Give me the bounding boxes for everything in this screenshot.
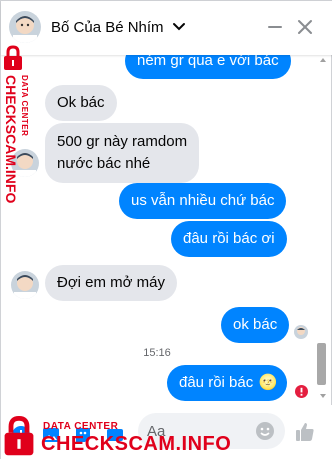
message-bubble-incoming[interactable]: Ok bác [45, 85, 117, 121]
message-bubble-outgoing[interactable]: đâu rồi bác 🌝 [167, 365, 288, 401]
watermark-side-small-wrap: DATA CENTER [19, 75, 29, 175]
chat-header: Bố Của Bé Nhím [1, 1, 332, 55]
message-bubble-outgoing[interactable]: ok bác [221, 307, 290, 343]
contact-name[interactable]: Bố Của Bé Nhím [51, 19, 164, 36]
scroll-up-arrow-icon[interactable] [318, 55, 328, 65]
baby-avatar-icon [294, 325, 308, 339]
watermark-side: DATA CENTER CHECKSCAM.INFO [1, 45, 41, 215]
lock-icon [4, 45, 22, 70]
chat-window: Bố Của Bé Nhím ném gr qua e với bác Ok b… [0, 0, 332, 459]
message-bubble-outgoing[interactable]: ném gr qua e với bác [125, 55, 291, 79]
contact-avatar[interactable] [9, 11, 41, 43]
message-text: đâu rồi bác [179, 374, 254, 391]
message-list[interactable]: ném gr qua e với bác Ok bác 500 gr này r… [1, 55, 332, 403]
baby-avatar-icon [11, 271, 39, 299]
watermark-checkscam: CHECKSCAM.INFO [3, 75, 19, 204]
message-bubble-outgoing[interactable]: đâu rồi bác ơi [171, 221, 287, 257]
scrollbar-thumb[interactable] [317, 343, 326, 385]
message-line: nước bác nhé [57, 155, 151, 172]
message-bubble-outgoing[interactable]: us vẫn nhiều chứ bác [119, 183, 287, 219]
smiley-icon[interactable] [255, 421, 275, 441]
baby-avatar-icon [9, 11, 41, 43]
message-bubble-incoming[interactable]: Đợi em mở máy [45, 265, 178, 301]
minimize-icon[interactable] [265, 17, 285, 37]
thumbs-up-icon[interactable] [294, 421, 316, 443]
seen-avatar [294, 325, 308, 339]
error-icon[interactable] [295, 385, 308, 398]
chevron-down-icon[interactable] [172, 20, 186, 34]
watermark-side-big-wrap: CHECKSCAM.INFO [3, 75, 19, 215]
lock-icon [4, 415, 34, 456]
close-icon[interactable] [295, 17, 315, 37]
watermark-checkscam: CHECKSCAM.INFO [41, 433, 232, 455]
message-line: 500 gr này ramdom [57, 133, 188, 150]
scroll-down-arrow-icon[interactable] [318, 391, 328, 401]
message-bubble-incoming[interactable]: 500 gr này ramdom nước bác nhé [45, 123, 200, 183]
watermark-bottom: DATA CENTER CHECKSCAM.INFO [1, 413, 231, 459]
moon-emoji-icon: 🌝 [258, 374, 278, 391]
message-timestamp: 15:16 [143, 347, 171, 359]
watermark-data-center: DATA CENTER [20, 75, 29, 137]
contact-avatar-small[interactable] [11, 271, 39, 299]
watermark-data-center: DATA CENTER [43, 421, 119, 432]
